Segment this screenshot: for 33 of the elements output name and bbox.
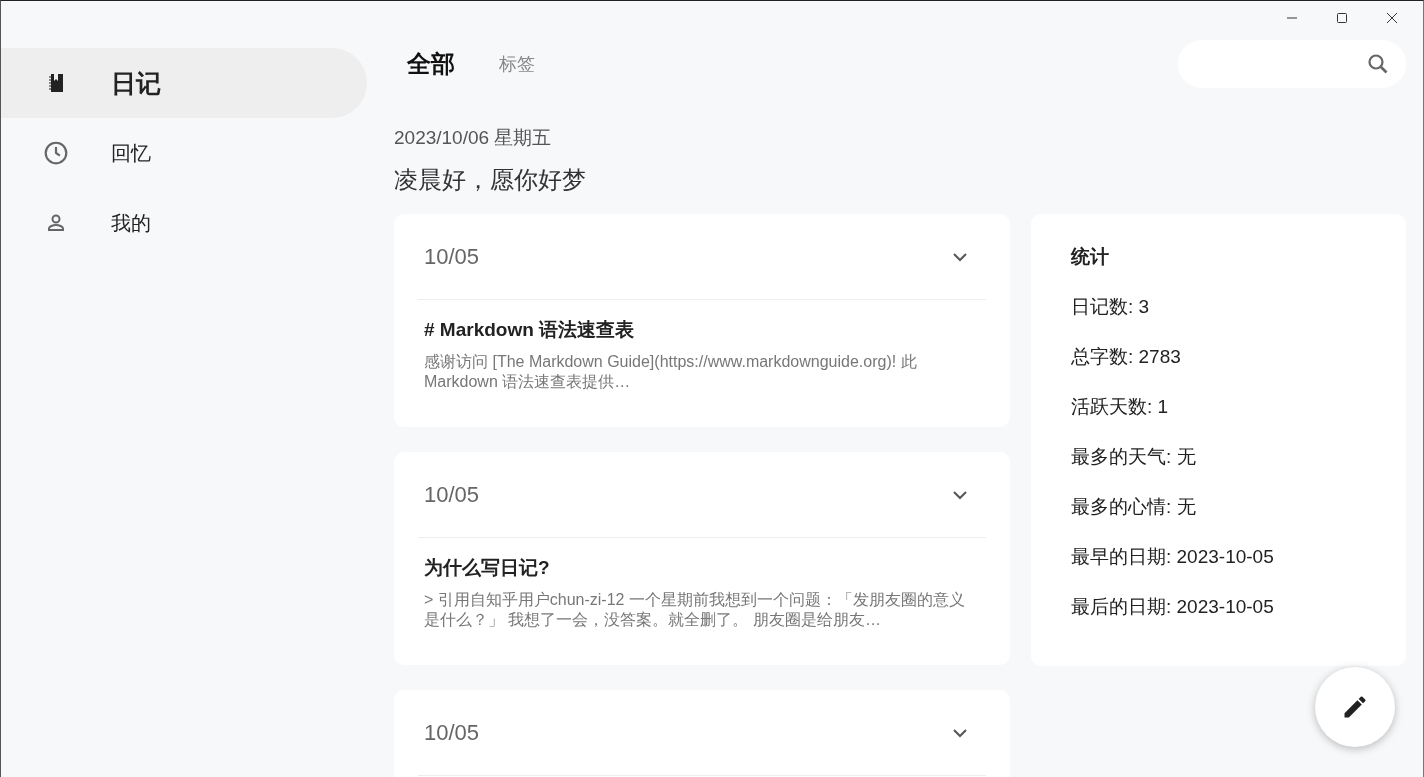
stat-line: 总字数: 2783 bbox=[1071, 345, 1182, 369]
sidebar-item[interactable]: 我的 bbox=[1, 188, 367, 258]
close-icon[interactable] bbox=[1386, 12, 1398, 24]
stats-title: 统计 bbox=[1071, 245, 1110, 269]
stat-line: 最早的日期: 2023-10-05 bbox=[1071, 545, 1275, 569]
edit-button[interactable] bbox=[1315, 667, 1395, 747]
entry-date: 10/05 bbox=[424, 719, 480, 746]
search-icon[interactable] bbox=[1366, 51, 1390, 76]
stat-line: 最后的日期: 2023-10-05 bbox=[1071, 595, 1275, 619]
stat-line: 最多的心情: 无 bbox=[1071, 495, 1197, 519]
sidebar-item[interactable]: 日记 bbox=[1, 48, 367, 118]
chevron-down-icon[interactable] bbox=[952, 727, 968, 738]
greeting-text: 凌晨好，愿你好梦 bbox=[394, 165, 587, 195]
tab[interactable]: 全部 bbox=[407, 47, 455, 80]
entry-title: 为什么写日记? bbox=[424, 556, 551, 580]
date-text: 2023/10/06 星期五 bbox=[394, 126, 553, 150]
maximize-icon[interactable] bbox=[1336, 12, 1348, 24]
diary-card[interactable]: 10/05 # Markdown 语法速查表 感谢访问 [The Markdown Guide](https://www.markdownguide.org)! 此 Markdown 语法速查表提供… bbox=[394, 214, 1010, 427]
search-field[interactable] bbox=[1178, 39, 1406, 88]
stat-line: 最多的天气: 无 bbox=[1071, 445, 1197, 469]
stat-line: 活跃天数: 1 bbox=[1071, 395, 1170, 419]
clock-icon bbox=[43, 140, 69, 166]
chevron-down-icon[interactable] bbox=[952, 251, 968, 262]
stat-line: 日记数: 3 bbox=[1071, 295, 1151, 319]
entry-date: 10/05 bbox=[424, 243, 480, 270]
diary-card[interactable]: 10/05 为什么写日记? > 引用自知乎用户chun-zi-12 一个星期前我想到一个问题：「发朋友圈的意义是什么？」 我想了一会，没答案。就全删了。 朋友圈是给朋友… bbox=[394, 452, 1010, 665]
entry-date: 10/05 bbox=[424, 481, 480, 508]
entry-title: # Markdown 语法速查表 bbox=[424, 318, 636, 342]
chevron-down-icon[interactable] bbox=[952, 489, 968, 500]
entry-excerpt: 感谢访问 [The Markdown Guide](https://www.markdownguide.org)! 此 Markdown 语法速查表提供… bbox=[424, 352, 918, 392]
entry-excerpt: > 引用自知乎用户chun-zi-12 一个星期前我想到一个问题：「发朋友圈的意义是什么？」 我想了一会，没答案。就全删了。 朋友圈是给朋友… bbox=[424, 590, 966, 630]
diary-card[interactable]: 10/05 bbox=[394, 690, 1010, 777]
sidebar-item[interactable]: 回忆 bbox=[1, 118, 367, 188]
